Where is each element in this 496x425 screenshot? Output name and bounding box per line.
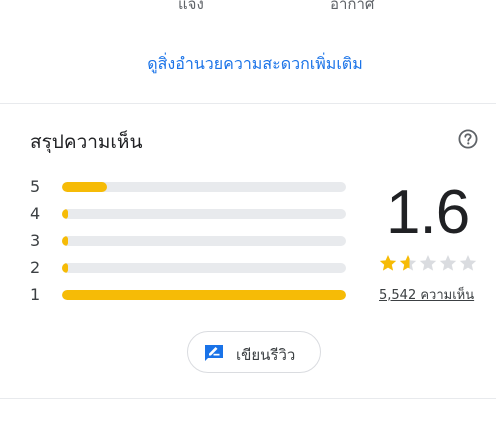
- write-review-label: เขียนรีวิว: [236, 346, 296, 364]
- star-empty-icon: [459, 255, 477, 271]
- place-reviews-panel: แจ้ง อากาศ ดูสิ่งอำนวยความสะดวกเพิ่มเติม…: [0, 0, 496, 425]
- amenity-label: แจ้ง: [178, 0, 204, 13]
- more-amenities-link[interactable]: ดูสิ่งอำนวยความสะดวกเพิ่มเติม: [0, 52, 496, 77]
- write-review-button[interactable]: เขียนรีวิว: [187, 331, 321, 373]
- histogram-bar-track: [62, 236, 346, 246]
- star-empty-icon: [419, 255, 437, 271]
- star-empty-icon: [439, 255, 457, 271]
- review-count-link[interactable]: 5,542 ความเห็น: [379, 284, 474, 305]
- histogram-bar-track: [62, 209, 346, 219]
- average-rating-score: 1.6: [386, 178, 470, 247]
- histogram-star-label: 3: [30, 231, 41, 250]
- divider: [0, 398, 496, 399]
- rating-histogram-row: 4: [30, 204, 350, 224]
- histogram-star-label: 5: [30, 177, 41, 196]
- help-circle-icon[interactable]: [458, 129, 478, 149]
- histogram-star-label: 4: [30, 204, 41, 223]
- histogram-bar-fill: [62, 263, 68, 273]
- histogram-bar-fill: [62, 209, 68, 219]
- rating-histogram-row: 1: [30, 285, 350, 305]
- histogram-bar-track: [62, 182, 346, 192]
- histogram-bar-track: [62, 290, 346, 300]
- histogram-bar-fill: [62, 290, 346, 300]
- histogram-bar-fill: [62, 182, 107, 192]
- histogram-star-label: 1: [30, 285, 41, 304]
- rating-histogram-row: 5: [30, 177, 350, 197]
- histogram-bar-fill: [62, 236, 68, 246]
- star-filled-icon: [379, 255, 397, 271]
- rate-review-icon: [205, 345, 223, 361]
- rating-histogram-row: 3: [30, 231, 350, 251]
- histogram-star-label: 2: [30, 258, 41, 277]
- histogram-bar-track: [62, 263, 346, 273]
- amenity-row-cut: แจ้ง อากาศ: [0, 0, 496, 14]
- amenity-label: อากาศ: [330, 0, 375, 13]
- review-summary-title: สรุปความเห็น: [30, 131, 143, 153]
- star-rating: [379, 254, 479, 274]
- rating-histogram-row: 2: [30, 258, 350, 278]
- star-half-icon: [399, 255, 417, 271]
- divider: [0, 103, 496, 104]
